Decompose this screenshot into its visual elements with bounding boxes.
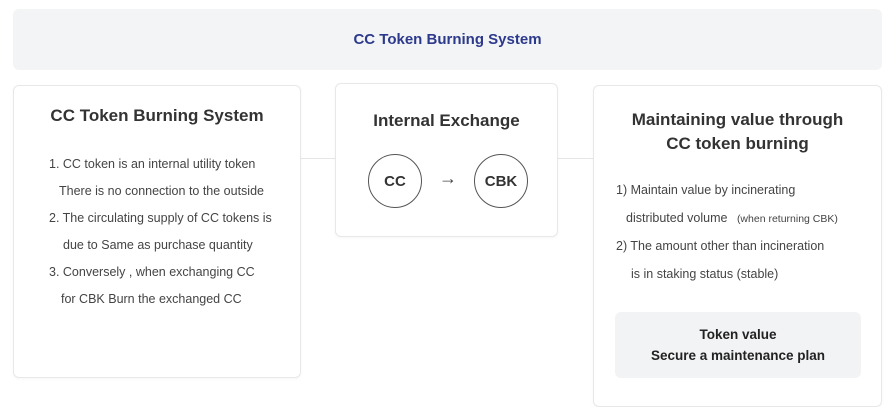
header-banner: CC Token Burning System <box>13 9 882 70</box>
cbk-token-circle: CBK <box>474 154 528 208</box>
value-maintenance-title: Maintaining value through CC token burni… <box>594 108 881 156</box>
list-item-main: distributed volume <box>626 211 728 225</box>
internal-exchange-card: Internal Exchange CC → CBK <box>335 83 558 237</box>
connector-right <box>556 158 593 159</box>
value-maintenance-title-line1: Maintaining value through <box>631 110 844 129</box>
cc-token-circle: CC <box>368 154 422 208</box>
list-item: is in staking status (stable) <box>631 267 779 281</box>
value-maintenance-title-line2: CC token burning <box>666 134 809 153</box>
list-item: 2. The circulating supply of CC tokens i… <box>49 211 272 225</box>
burning-system-list: 1. CC token is an internal utility token… <box>14 156 300 318</box>
token-value-box: Token value Secure a maintenance plan <box>615 312 861 378</box>
internal-exchange-title: Internal Exchange <box>373 111 520 130</box>
cbk-token-label: CBK <box>484 172 518 190</box>
list-item: distributed volume (when returning CBK) <box>594 210 881 238</box>
connector-left <box>299 158 335 159</box>
value-maintenance-list: 1) Maintain value by incinerating distri… <box>594 182 881 294</box>
token-value-line1: Token value <box>699 327 777 342</box>
list-item: 1. CC token is an internal utility token <box>49 157 256 171</box>
burning-system-card: CC Token Burning System 1. CC token is a… <box>13 85 301 378</box>
list-item: 1) Maintain value by incinerating <box>616 183 796 197</box>
list-item: for CBK Burn the exchanged CC <box>61 292 242 306</box>
page-title: CC Token Burning System <box>353 31 542 48</box>
list-item: due to Same as purchase quantity <box>63 238 253 252</box>
list-item: 2) The amount other than incineration <box>616 239 825 253</box>
list-item: There is no connection to the outside <box>59 184 264 198</box>
arrow-right-icon: → <box>439 168 457 188</box>
burning-system-title: CC Token Burning System <box>50 106 264 125</box>
list-item: 3. Conversely , when exchanging CC <box>49 265 255 279</box>
exchange-flow: CC → CBK <box>336 154 557 210</box>
list-item-note: (when returning CBK) <box>736 213 838 225</box>
value-maintenance-card: Maintaining value through CC token burni… <box>593 85 882 407</box>
token-value-line2: Secure a maintenance plan <box>650 348 826 363</box>
cc-token-label: CC <box>384 172 406 190</box>
